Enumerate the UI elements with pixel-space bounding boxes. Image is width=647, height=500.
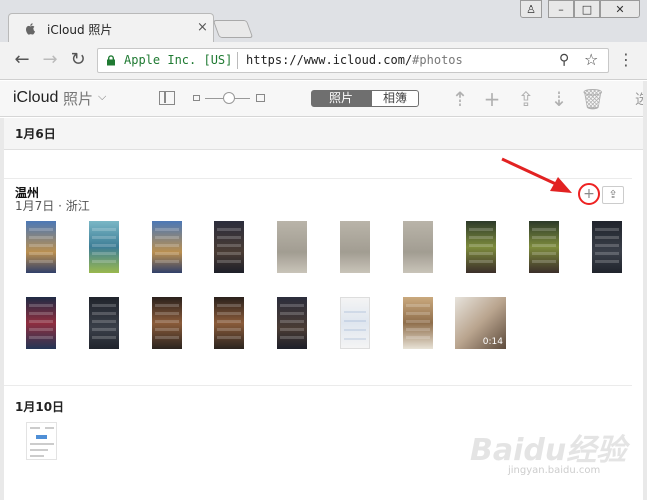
user-profile-icon[interactable]: ♙ <box>520 0 542 18</box>
close-window-button[interactable]: ✕ <box>600 0 640 18</box>
photo-thumbnail[interactable] <box>466 221 496 273</box>
chevron-down-icon[interactable]: ⌵ <box>98 90 106 104</box>
url-separator <box>237 52 238 69</box>
photo-thumbnail[interactable] <box>214 221 244 273</box>
bookmark-star-icon[interactable]: ☆ <box>584 50 598 69</box>
icloud-toolbar: iCloud 照片 ⌵ 照片 相簿 ⇡ + ⇪ ⇣ 🗑 选 <box>0 81 647 117</box>
photo-thumbnail[interactable] <box>214 297 244 349</box>
video-duration: 0:14 <box>482 337 503 347</box>
tab-albums[interactable]: 相簿 <box>371 90 419 107</box>
photo-thumbnail[interactable] <box>529 221 559 273</box>
zoom-icon[interactable]: ⚲ <box>559 52 569 68</box>
date-section-title: 1月10日 <box>15 400 65 414</box>
photo-thumbnail[interactable] <box>403 297 433 349</box>
reload-icon[interactable]: ↻ <box>68 50 88 70</box>
photo-thumbnail[interactable] <box>592 221 622 273</box>
photo-thumbnail[interactable] <box>340 221 370 273</box>
download-cloud-icon[interactable]: ⇣ <box>547 87 571 111</box>
url-host: https://www.icloud.com/ <box>246 53 413 67</box>
scrollbar-track[interactable] <box>643 81 647 500</box>
tab-title: iCloud 照片 <box>47 23 113 37</box>
photo-thumbnail[interactable] <box>26 297 56 349</box>
doc-line <box>30 427 40 429</box>
trash-icon[interactable]: 🗑 <box>580 87 605 111</box>
url-text[interactable]: https://www.icloud.com/#photos <box>246 53 463 67</box>
browser-tab[interactable]: iCloud 照片 × <box>8 13 214 43</box>
slider-knob[interactable] <box>223 92 235 104</box>
photo-thumbnail[interactable] <box>89 297 119 349</box>
browser-navbar: ← → ↻ Apple Inc. [US] https://www.icloud… <box>0 42 647 80</box>
url-path: #photos <box>412 53 463 67</box>
minimize-button[interactable]: – <box>548 0 574 18</box>
doc-line <box>30 449 48 451</box>
sidebar-toggle-icon[interactable] <box>159 91 175 105</box>
screenshot-thumbnail[interactable] <box>26 422 57 460</box>
tab-photos[interactable]: 照片 <box>311 90 371 107</box>
app-title[interactable]: iCloud <box>13 89 58 107</box>
forward-arrow-icon[interactable]: → <box>40 50 60 70</box>
photo-thumbnail[interactable] <box>340 297 370 349</box>
back-arrow-icon[interactable]: ← <box>12 50 32 70</box>
share-moment-button[interactable]: ⇪ <box>602 186 624 204</box>
photo-thumbnail[interactable] <box>26 221 56 273</box>
date-header-label: 1月6日 <box>15 127 56 141</box>
video-thumbnail[interactable]: 0:14 <box>455 297 506 349</box>
doc-line <box>30 455 44 457</box>
date-header: 1月6日 <box>4 118 643 150</box>
upload-cloud-icon[interactable]: ⇡ <box>448 87 472 111</box>
share-icon: ⇪ <box>608 188 618 201</box>
watermark-text: Baidu经验 <box>470 433 627 468</box>
doc-highlight <box>36 435 47 439</box>
divider <box>4 385 632 386</box>
photo-thumbnail[interactable] <box>277 221 307 273</box>
doc-line <box>30 443 54 445</box>
thumbnail-large-icon[interactable] <box>256 94 265 102</box>
tab-close-icon[interactable]: × <box>197 20 208 35</box>
share-icon[interactable]: ⇪ <box>514 87 538 111</box>
apple-icon <box>26 23 36 35</box>
photo-thumbnail[interactable] <box>277 297 307 349</box>
red-arrow-annotation-icon <box>501 157 572 193</box>
plus-icon: + <box>583 186 595 202</box>
site-organization: Apple Inc. [US] <box>124 53 233 67</box>
add-icon[interactable]: + <box>480 87 504 111</box>
photo-thumbnail[interactable] <box>152 297 182 349</box>
photo-thumbnail[interactable] <box>403 221 433 273</box>
moment-subtitle: 1月7日 · 浙江 <box>15 199 90 213</box>
new-tab-button[interactable] <box>212 20 254 38</box>
browser-menu-icon[interactable]: ⋮ <box>618 50 634 69</box>
app-section-title[interactable]: 照片 <box>63 88 93 109</box>
doc-line <box>45 427 54 429</box>
lock-icon <box>107 55 115 66</box>
add-to-album-button[interactable]: + <box>578 183 600 205</box>
maximize-button[interactable]: □ <box>574 0 600 18</box>
baidu-watermark: Baidu经验 jingyan.baidu.com <box>470 425 626 476</box>
browser-titlebar: iCloud 照片 × ♙ – □ ✕ <box>0 0 647 43</box>
thumbnail-small-icon[interactable] <box>193 95 200 101</box>
photo-thumbnail[interactable] <box>152 221 182 273</box>
photo-thumbnail[interactable] <box>89 221 119 273</box>
address-bar[interactable]: Apple Inc. [US] https://www.icloud.com/#… <box>97 48 609 73</box>
